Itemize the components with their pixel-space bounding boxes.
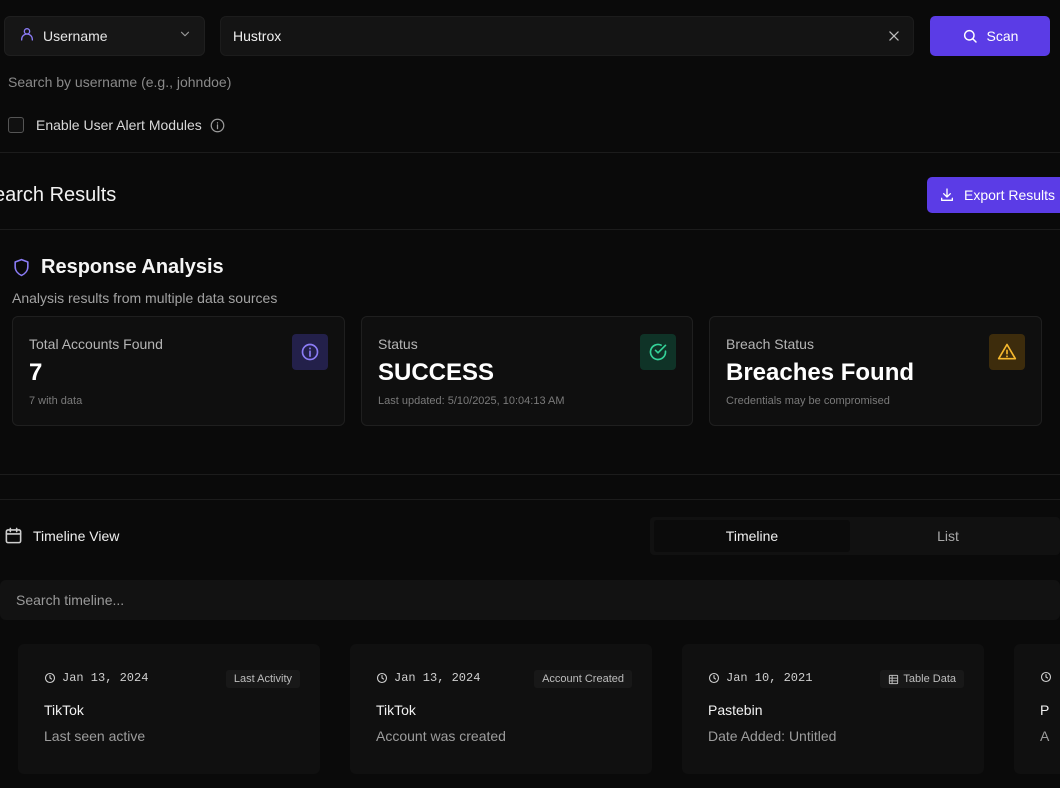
divider — [0, 499, 1060, 500]
alert-modules-label: Enable User Alert Modules — [36, 117, 202, 133]
view-tabs: Timeline List — [650, 517, 1060, 555]
clock-icon — [1040, 671, 1052, 683]
event-date-text: Jan 10, 2021 — [726, 671, 813, 685]
search-results-title: earch Results — [0, 184, 117, 206]
event-date — [1040, 671, 1052, 683]
event-description: A — [1040, 728, 1050, 744]
divider — [0, 229, 1060, 230]
search-type-select[interactable]: Username — [4, 16, 205, 56]
calendar-icon — [4, 526, 23, 545]
timeline-card[interactable]: P A — [1014, 644, 1060, 774]
event-source: TikTok — [44, 702, 84, 718]
event-source: P — [1040, 702, 1050, 718]
user-icon — [19, 26, 35, 47]
stat-card-status: Status SUCCESS Last updated: 5/10/2025, … — [361, 316, 693, 426]
stat-value: SUCCESS — [378, 359, 495, 386]
timeline-search-field — [0, 580, 1060, 620]
stat-label: Total Accounts Found — [29, 336, 163, 352]
event-description: Last seen active — [44, 728, 146, 744]
stat-card-breach-status: Breach Status Breaches Found Credentials… — [709, 316, 1042, 426]
alert-modules-checkbox[interactable] — [8, 117, 24, 133]
event-tag: Account Created — [534, 670, 632, 688]
stat-label: Breach Status — [726, 336, 814, 352]
table-icon — [888, 674, 899, 685]
tab-timeline[interactable]: Timeline — [654, 520, 850, 552]
timeline-card[interactable]: Jan 13, 2024 Last Activity TikTok Last s… — [18, 644, 320, 774]
alert-modules-row: Enable User Alert Modules — [8, 117, 225, 133]
event-source: TikTok — [376, 702, 416, 718]
response-analysis-header: Response Analysis — [12, 256, 224, 279]
event-tag-text: Table Data — [903, 673, 956, 685]
event-date: Jan 13, 2024 — [44, 671, 148, 685]
stat-label: Status — [378, 336, 418, 352]
clock-icon — [376, 672, 388, 684]
search-icon — [962, 28, 978, 44]
scan-button[interactable]: Scan — [930, 16, 1050, 56]
shield-icon — [12, 258, 31, 277]
stat-sub: 7 with data — [29, 395, 83, 407]
event-date-text: Jan 13, 2024 — [394, 671, 481, 685]
stat-value: 7 — [29, 359, 43, 386]
search-input[interactable] — [233, 28, 887, 44]
tab-list[interactable]: List — [850, 520, 1046, 552]
download-icon — [939, 187, 955, 203]
divider — [0, 474, 1060, 475]
timeline-card[interactable]: Jan 13, 2024 Account Created TikTok Acco… — [350, 644, 652, 774]
stat-sub: Credentials may be compromised — [726, 395, 890, 407]
timeline-header: Timeline View — [4, 526, 119, 545]
event-date: Jan 13, 2024 — [376, 671, 480, 685]
event-date-text: Jan 13, 2024 — [62, 671, 149, 685]
event-date: Jan 10, 2021 — [708, 671, 812, 685]
clock-icon — [708, 672, 720, 684]
clear-icon[interactable] — [887, 29, 901, 43]
response-analysis-subtitle: Analysis results from multiple data sour… — [12, 290, 278, 306]
timeline-card[interactable]: Jan 10, 2021 Table Data Pastebin Date Ad… — [682, 644, 984, 774]
timeline-title: Timeline View — [33, 527, 120, 544]
response-analysis-title: Response Analysis — [41, 256, 224, 278]
stat-card-total-accounts: Total Accounts Found 7 7 with data — [12, 316, 345, 426]
check-circle-icon — [640, 334, 676, 370]
event-tag: Last Activity — [225, 670, 300, 688]
search-type-label: Username — [43, 28, 108, 44]
stat-sub: Last updated: 5/10/2025, 10:04:13 AM — [378, 395, 565, 407]
search-field — [220, 16, 914, 56]
warning-icon — [989, 334, 1025, 370]
stat-value: Breaches Found — [726, 359, 915, 386]
export-label: Export Results — [964, 187, 1056, 203]
clock-icon — [44, 672, 56, 684]
info-icon[interactable] — [210, 118, 225, 133]
search-helper-text: Search by username (e.g., johndoe) — [8, 74, 232, 90]
info-icon — [292, 334, 328, 370]
scan-label: Scan — [986, 28, 1019, 44]
export-results-button[interactable]: Export Results — [927, 177, 1060, 213]
divider — [0, 152, 1060, 153]
event-description: Date Added: Untitled — [708, 728, 837, 744]
timeline-search-input[interactable] — [16, 592, 1044, 608]
event-tag: Table Data — [880, 670, 964, 688]
chevron-down-icon — [178, 27, 192, 46]
event-source: Pastebin — [708, 702, 763, 718]
event-description: Account was created — [376, 728, 506, 744]
